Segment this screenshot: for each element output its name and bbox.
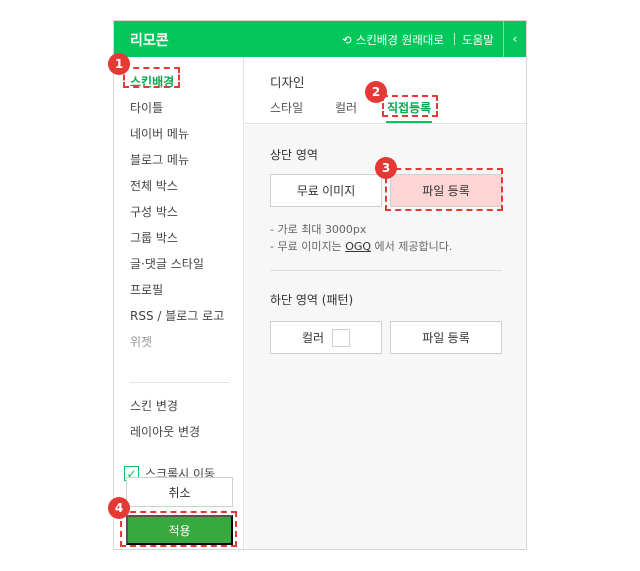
free-image-provider-note: - 무료 이미지는 OGQ 에서 제공합니다.: [270, 238, 452, 254]
section-title: 디자인: [270, 75, 305, 90]
sidebar-item-post-comment-style[interactable]: 글·댓글 스타일: [130, 255, 204, 272]
undo-icon: ⟲: [342, 33, 352, 47]
chevron-left-icon: ‹: [512, 31, 518, 47]
tab-style[interactable]: 스타일: [270, 99, 303, 116]
sidebar-item-widget[interactable]: 위젯: [130, 333, 152, 350]
sidebar-item-title[interactable]: 타이틀: [130, 99, 163, 116]
free-image-button[interactable]: 무료 이미지: [270, 174, 382, 207]
sidebar-item-layout-change[interactable]: 레이아웃 변경: [130, 423, 200, 440]
sidebar-item-group-box[interactable]: 그룹 박스: [130, 229, 178, 246]
ogq-link[interactable]: OGQ: [345, 240, 371, 253]
annotation-badge-1: 1: [108, 53, 130, 75]
help-link[interactable]: 도움말: [462, 32, 494, 48]
bottom-color-button[interactable]: 컬러: [270, 321, 382, 354]
revert-skin-background-label: 스킨배경 원래대로: [355, 33, 444, 47]
design-main: 디자인 스타일 컬러 직접등록 상단 영역 무료 이미지 파일 등록 - 가로 …: [245, 57, 526, 549]
annotation-badge-2: 2: [365, 81, 387, 103]
note-suffix: 에서 제공합니다.: [371, 240, 453, 253]
sidebar-item-whole-box[interactable]: 전체 박스: [130, 177, 178, 194]
annotation-box-1: [123, 67, 180, 88]
annotation-box-4: [120, 511, 237, 547]
section-divider: [270, 270, 502, 271]
sidebar-item-profile[interactable]: 프로필: [130, 281, 163, 298]
max-width-note: - 가로 최대 3000px: [270, 223, 367, 236]
bottom-area-label: 하단 영역 (패턴): [270, 293, 354, 307]
header-separator: [454, 33, 455, 45]
annotation-box-2: [382, 95, 438, 117]
remote-control-panel: 리모콘 ⟲ 스킨배경 원래대로 도움말 ‹ 스킨배경 타이틀 네이버 메뉴 블로…: [113, 20, 527, 550]
panel-header: 리모콘 ⟲ 스킨배경 원래대로 도움말 ‹: [114, 21, 526, 57]
annotation-box-3: [385, 168, 503, 211]
sidebar-item-rss-blog-logo[interactable]: RSS / 블로그 로고: [130, 307, 224, 324]
bottom-file-register-button[interactable]: 파일 등록: [390, 321, 502, 354]
panel-title: 리모콘: [130, 33, 169, 49]
active-tab-indicator: [386, 121, 432, 123]
top-area-label: 상단 영역: [270, 148, 318, 162]
note-prefix: - 무료 이미지는: [270, 240, 346, 253]
sidebar-item-naver-menu[interactable]: 네이버 메뉴: [130, 125, 189, 142]
tab-color[interactable]: 컬러: [335, 99, 357, 116]
annotation-badge-3: 3: [375, 157, 397, 179]
annotation-badge-4: 4: [108, 497, 130, 519]
collapse-panel-button[interactable]: ‹: [503, 21, 526, 57]
cancel-button[interactable]: 취소: [126, 477, 233, 507]
bottom-color-label: 컬러: [301, 331, 325, 345]
color-swatch: [332, 328, 351, 347]
sidebar-divider: [130, 382, 229, 383]
sidebar-item-skin-change[interactable]: 스킨 변경: [130, 397, 178, 414]
sidebar-item-blog-menu[interactable]: 블로그 메뉴: [130, 151, 189, 168]
sidebar-item-composition-box[interactable]: 구성 박스: [130, 203, 178, 220]
revert-skin-background-button[interactable]: ⟲ 스킨배경 원래대로: [342, 32, 444, 48]
sidebar: 스킨배경 타이틀 네이버 메뉴 블로그 메뉴 전체 박스 구성 박스 그룹 박스…: [114, 57, 244, 549]
